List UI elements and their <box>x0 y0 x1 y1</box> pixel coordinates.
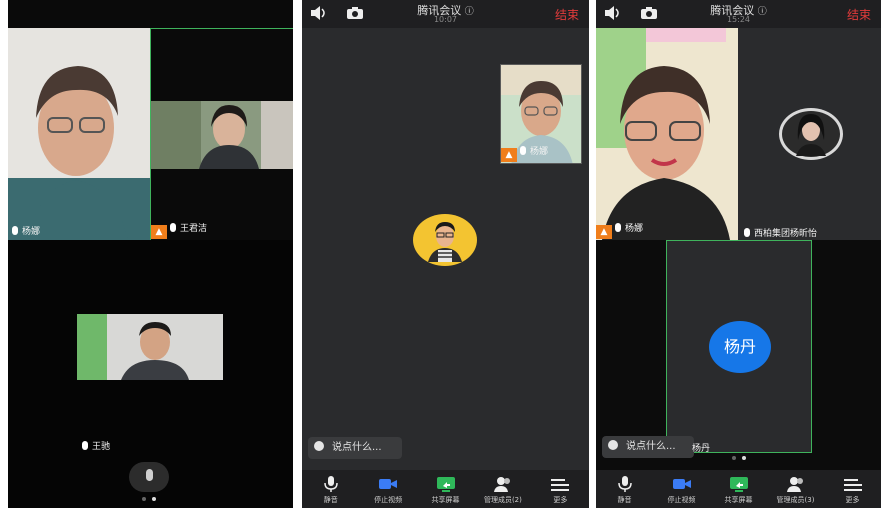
mic-icon <box>744 228 750 237</box>
video-icon <box>672 479 691 489</box>
end-button[interactable]: 结束 <box>555 6 579 23</box>
participant-avatar: 杨丹 <box>709 321 771 373</box>
manage-members-button[interactable]: 管理成员(2) <box>474 470 531 508</box>
emoji-icon[interactable] <box>314 441 324 451</box>
chat-input[interactable]: 说点什么... <box>602 436 694 458</box>
members-icon <box>786 477 803 492</box>
share-screen-button[interactable]: 共享屏幕 <box>710 470 767 508</box>
host-icon: ▲ <box>501 148 517 162</box>
participant-avatar[interactable] <box>412 212 478 268</box>
bottom-toolbar: 静音 停止视频 共享屏幕 管理成员(3) 更多 <box>596 470 881 508</box>
emoji-icon[interactable] <box>608 440 618 450</box>
more-button[interactable]: 更多 <box>532 470 589 508</box>
mute-button[interactable]: 静音 <box>302 470 359 508</box>
video-tile-yangxinyi[interactable]: 西柏集团杨昕怡 <box>738 28 881 240</box>
members-icon <box>493 477 510 492</box>
participant-label: ▲ 杨娜 <box>596 221 643 239</box>
chat-input[interactable]: 说点什么... <box>308 437 402 459</box>
mic-icon <box>146 469 153 481</box>
mute-button[interactable]: 静音 <box>596 470 653 508</box>
video-tile-yangna[interactable]: ▲ 杨娜 <box>596 28 738 240</box>
page-indicator <box>732 456 746 460</box>
host-icon: ▲ <box>596 225 612 239</box>
video-icon <box>379 479 398 489</box>
mic-toggle-button[interactable] <box>129 462 169 492</box>
page-indicator <box>142 497 156 501</box>
end-button[interactable]: 结束 <box>847 6 871 23</box>
top-bar: 腾讯会议 ⓘ 10:07 结束 <box>302 0 589 28</box>
stop-video-button[interactable]: 停止视频 <box>653 470 710 508</box>
participant-label: 王驰 <box>82 439 110 452</box>
stop-video-button[interactable]: 停止视频 <box>359 470 416 508</box>
video-tile-yangna[interactable]: 杨娜 <box>8 28 150 240</box>
participant-label: 西柏集团杨昕怡 <box>744 226 817 239</box>
meeting-time: 15:24 <box>726 15 751 24</box>
more-icon <box>551 479 570 491</box>
meeting-screen-2: 腾讯会议 ⓘ 10:07 结束 ▲ 杨娜 说点什么... 静音 停止视频 共享屏… <box>302 0 589 508</box>
meeting-screen-1: 杨娜 ▲ 王君洁 王驰 <box>8 0 293 508</box>
video-tile-wangjunjie[interactable]: ▲ 王君洁 <box>150 28 293 240</box>
participant-label: 杨丹 <box>692 444 711 454</box>
participant-video-image <box>151 101 293 169</box>
mic-icon <box>82 441 88 450</box>
bottom-toolbar: 静音 停止视频 共享屏幕 管理成员(2) 更多 <box>302 470 589 508</box>
mic-icon <box>615 223 621 232</box>
participant-video-image <box>596 28 738 240</box>
participant-label: ▲ 王君洁 <box>151 221 207 239</box>
mic-icon <box>323 476 338 492</box>
share-screen-icon <box>436 477 455 492</box>
video-tile-wangchi[interactable]: 王驰 <box>8 240 293 508</box>
mic-icon <box>617 476 632 492</box>
video-tile-yangdan[interactable]: 杨丹 <box>666 240 812 453</box>
mic-icon <box>170 223 176 232</box>
meeting-time: 10:07 <box>433 15 458 24</box>
share-screen-button[interactable]: 共享屏幕 <box>417 470 474 508</box>
top-bar: 腾讯会议 ⓘ 15:24 结束 <box>596 0 881 28</box>
mic-icon <box>520 146 526 155</box>
manage-members-button[interactable]: 管理成员(3) <box>767 470 824 508</box>
more-button[interactable]: 更多 <box>824 470 881 508</box>
share-screen-icon <box>729 477 748 492</box>
participant-avatar <box>779 108 843 160</box>
participant-label: 杨娜 <box>12 224 40 237</box>
host-icon: ▲ <box>151 225 167 239</box>
meeting-screen-3: 腾讯会议 ⓘ 15:24 结束 ▲ 杨娜 西柏集团杨昕怡 杨丹 说点什么... … <box>596 0 881 508</box>
self-video-tile[interactable]: ▲ 杨娜 <box>500 64 582 164</box>
participant-video-image <box>8 28 150 240</box>
more-icon <box>843 479 862 491</box>
participant-label: ▲ 杨娜 <box>501 144 548 162</box>
mic-icon <box>12 226 18 235</box>
participant-video-image <box>77 314 223 380</box>
